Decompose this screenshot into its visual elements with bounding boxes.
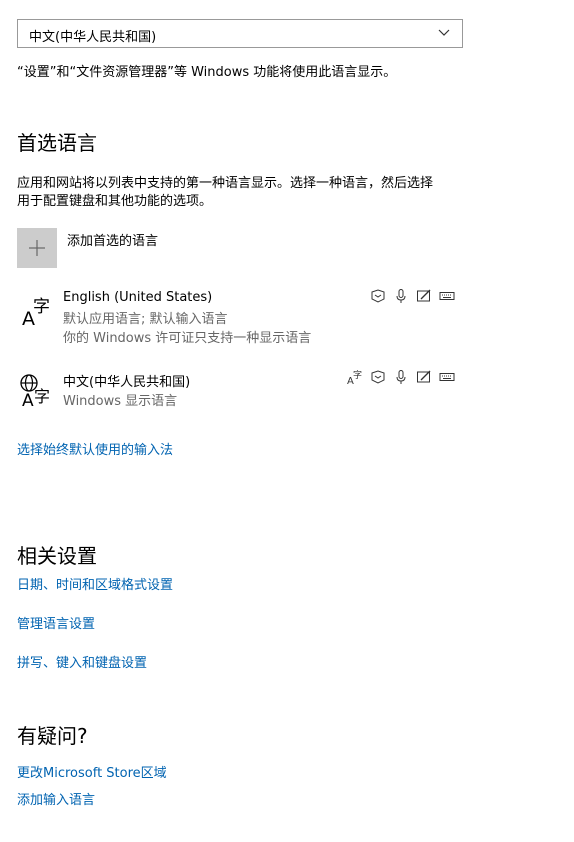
language-features (370, 288, 455, 304)
add-language-button[interactable] (17, 228, 57, 268)
handwriting-icon (417, 289, 431, 302)
manage-language-settings-link[interactable]: 管理语言设置 (17, 613, 95, 632)
svg-text:字: 字 (34, 387, 50, 406)
default-input-method-link[interactable]: 选择始终默认使用的输入法 (17, 439, 173, 458)
display-language-value: 中文(中华人民共和国) (29, 30, 157, 45)
speech-recognition-icon (396, 370, 406, 384)
add-language-label[interactable]: 添加首选的语言 (67, 230, 158, 249)
speech-recognition-icon (396, 289, 406, 303)
keyboard-icon (439, 292, 455, 300)
display-language-note: “设置”和“文件资源管理器”等 Windows 功能将使用此语言显示。 (17, 65, 397, 80)
language-globe-icon: A 字 (20, 374, 50, 408)
date-time-region-link[interactable]: 日期、时间和区域格式设置 (17, 574, 173, 593)
svg-text:字: 字 (33, 297, 50, 317)
language-status: 默认应用语言; 默认输入语言 (63, 312, 228, 327)
svg-text:字: 字 (353, 369, 362, 381)
preferred-description-line1: 应用和网站将以列表中支持的第一种语言显示。选择一种语言，然后选择 (17, 176, 434, 191)
display-language-icon: A 字 (347, 369, 362, 385)
language-name: English (United States) (63, 290, 213, 305)
language-license-note: 你的 Windows 许可证只支持一种显示语言 (63, 331, 312, 346)
text-to-speech-icon (371, 370, 385, 384)
spelling-typing-keyboard-link[interactable]: 拼写、键入和键盘设置 (17, 652, 147, 671)
handwriting-icon (417, 370, 431, 383)
language-name: 中文(中华人民共和国) (63, 375, 191, 390)
text-to-speech-icon (371, 289, 385, 303)
preferred-description-line2: 用于配置键盘和其他功能的选项。 (17, 194, 213, 209)
preferred-languages-heading: 首选语言 (17, 131, 97, 155)
change-store-region-link[interactable]: 更改Microsoft Store区域 (17, 762, 167, 781)
language-icon: A 字 (22, 297, 50, 328)
language-item-english[interactable]: A 字 English (United States) 默认应用语言; 默认输入… (17, 286, 463, 348)
language-item-chinese[interactable]: A 字 中文(中华人民共和国) Windows 显示语言 A 字 (17, 368, 463, 412)
language-status: Windows 显示语言 (63, 394, 178, 409)
questions-heading: 有疑问? (17, 724, 88, 748)
chevron-down-icon (438, 29, 450, 36)
plus-icon (29, 240, 45, 256)
display-language-dropdown[interactable]: 中文(中华人民共和国) (17, 19, 463, 48)
svg-text:A: A (22, 391, 34, 408)
language-features: A 字 (347, 369, 455, 385)
keyboard-icon (439, 373, 455, 381)
add-input-language-link[interactable]: 添加输入语言 (17, 789, 95, 808)
related-settings-heading: 相关设置 (17, 544, 97, 568)
